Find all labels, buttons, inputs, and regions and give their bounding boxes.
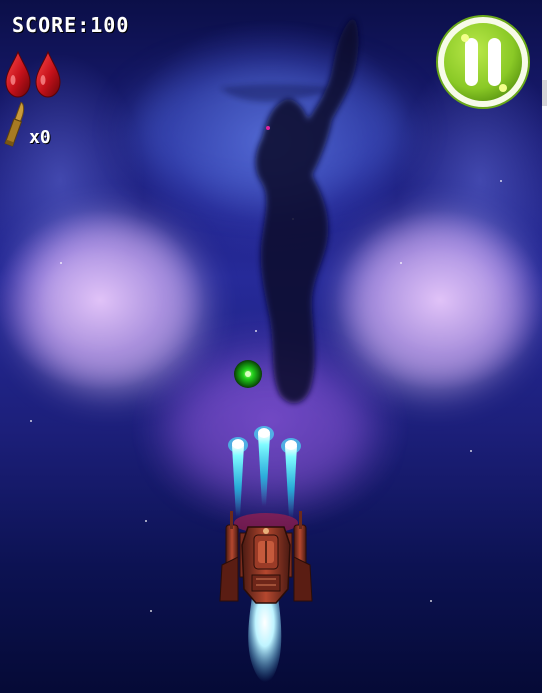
lives-indicator bbox=[5, 50, 61, 98]
score-display: SCORE:100 bbox=[12, 13, 130, 37]
star bbox=[400, 262, 402, 264]
star bbox=[430, 600, 432, 602]
bullet-icon bbox=[4, 101, 25, 147]
nebula-cloud-left bbox=[20, 220, 200, 390]
thruster-flame bbox=[248, 597, 282, 683]
pause-icon bbox=[436, 15, 530, 109]
dark-silhouette-figure bbox=[220, 18, 359, 404]
pause-button[interactable] bbox=[435, 14, 531, 110]
star bbox=[500, 180, 502, 182]
ammo-count: x0 bbox=[29, 127, 51, 148]
blood-drop-icon bbox=[5, 50, 31, 98]
blood-drop-icon bbox=[35, 50, 61, 98]
player-laser-shot bbox=[254, 426, 274, 506]
star bbox=[145, 520, 147, 522]
player-spaceship[interactable] bbox=[214, 505, 318, 685]
enemy-energy-orb bbox=[234, 360, 262, 388]
game-canvas[interactable]: SCORE:100 x0 bbox=[0, 0, 542, 693]
star bbox=[60, 262, 62, 264]
browser-scroll-marker bbox=[542, 80, 547, 106]
star bbox=[150, 610, 152, 612]
game-viewport: SCORE:100 x0 bbox=[0, 0, 547, 693]
star bbox=[30, 420, 32, 422]
star bbox=[470, 450, 472, 452]
